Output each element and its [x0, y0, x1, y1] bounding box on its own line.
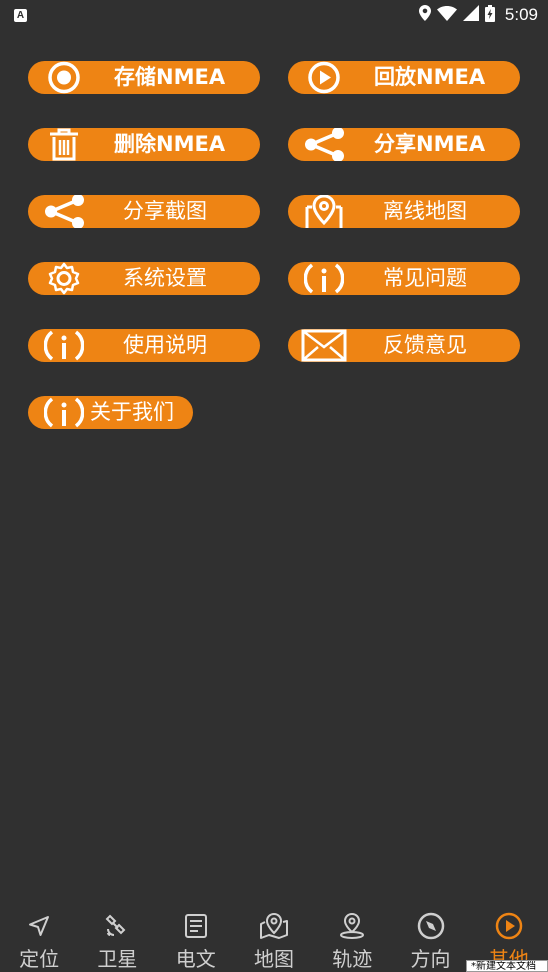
mail-icon: [300, 329, 348, 362]
share-screenshot-label: 分享截图: [123, 199, 207, 223]
status-bar: A 5:09: [0, 0, 548, 30]
record-icon: [42, 61, 86, 94]
compass-icon: [417, 911, 445, 941]
share-nmea-button[interactable]: 分享NMEA: [288, 128, 520, 161]
feedback-label: 反馈意见: [383, 333, 467, 357]
app-notification-icon: A: [14, 8, 27, 22]
nav-item-location[interactable]: 定位: [0, 905, 78, 972]
play-icon: [302, 61, 346, 94]
map-pin-icon: [298, 195, 350, 228]
signal-icon: [462, 5, 479, 25]
info-icon: [302, 262, 346, 295]
nav-label-map: 地图: [253, 947, 294, 971]
feedback-button[interactable]: 反馈意见: [288, 329, 520, 362]
nav-label-direction: 方向: [410, 947, 451, 971]
nav-label-track: 轨迹: [332, 947, 373, 971]
about-us-button[interactable]: 关于我们: [28, 396, 193, 429]
user-guide-button[interactable]: 使用说明: [28, 329, 260, 362]
about-us-label: 关于我们: [90, 400, 174, 424]
share-icon: [40, 195, 88, 228]
delete-nmea-button[interactable]: 删除NMEA: [28, 128, 260, 161]
battery-charging-icon: [484, 4, 495, 26]
info-icon: [42, 396, 86, 429]
system-settings-button[interactable]: 系统设置: [28, 262, 260, 295]
map-icon: [259, 911, 289, 941]
nav-item-map[interactable]: 地图: [235, 905, 313, 972]
nav-label-location: 定位: [19, 947, 60, 971]
save-nmea-label: 存储NMEA: [114, 65, 226, 89]
clock: 5:09: [504, 5, 538, 24]
nav-label-messages: 电文: [175, 947, 216, 971]
share-screenshot-button[interactable]: 分享截图: [28, 195, 260, 228]
offline-map-label: 离线地图: [383, 199, 467, 223]
delete-nmea-label: 删除NMEA: [114, 132, 226, 156]
playback-nmea-button[interactable]: 回放NMEA: [288, 61, 520, 94]
navigation-arrow-icon: [27, 911, 51, 941]
nav-item-direction[interactable]: 方向: [391, 905, 469, 972]
system-settings-label: 系统设置: [123, 266, 207, 290]
gear-icon: [40, 262, 88, 295]
nav-item-satellite[interactable]: 卫星: [78, 905, 156, 972]
trash-icon: [44, 128, 84, 161]
faq-button[interactable]: 常见问题: [288, 262, 520, 295]
nav-item-track[interactable]: 轨迹: [313, 905, 391, 972]
info-icon: [42, 329, 86, 362]
nav-label-satellite: 卫星: [97, 947, 138, 971]
offline-map-button[interactable]: 离线地图: [288, 195, 520, 228]
play-circle-icon: [495, 911, 523, 941]
nav-item-messages[interactable]: 电文: [157, 905, 235, 972]
track-pin-icon: [338, 911, 366, 941]
location-icon: [418, 5, 431, 25]
user-guide-label: 使用说明: [123, 333, 207, 357]
satellite-icon: [104, 911, 130, 941]
share-nmea-label: 分享NMEA: [374, 132, 486, 156]
wifi-icon: [436, 5, 457, 25]
faq-label: 常见问题: [383, 266, 467, 290]
save-nmea-button[interactable]: 存储NMEA: [28, 61, 260, 94]
playback-nmea-label: 回放NMEA: [374, 65, 486, 89]
tooltip: *新建文本文档: [466, 960, 548, 972]
document-icon: [184, 911, 208, 941]
share-icon: [300, 128, 348, 161]
